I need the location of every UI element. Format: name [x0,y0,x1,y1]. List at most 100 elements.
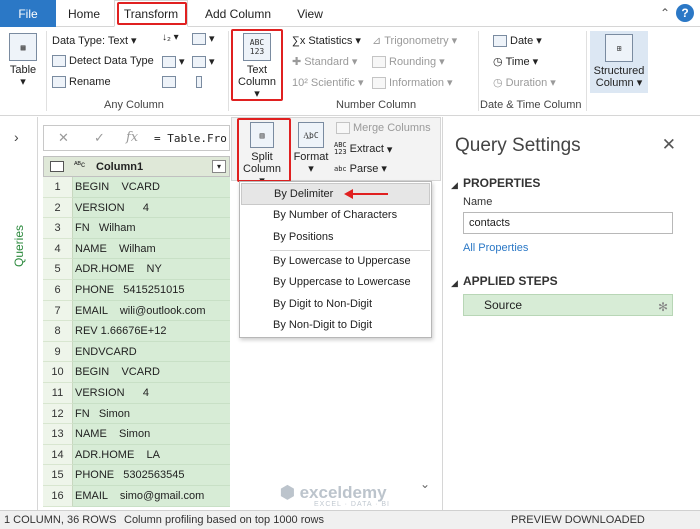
tab-transform[interactable]: Transform [114,0,188,27]
table-cell[interactable]: ADR.HOME LA [73,444,230,466]
move-button[interactable]: ▾ [192,55,215,68]
data-type-dropdown[interactable]: Data Type: Text ▾ [52,34,137,48]
table-row[interactable]: 3 FN Wilham [43,218,230,239]
row-number[interactable]: 11 [43,383,73,404]
row-number[interactable]: 5 [43,259,73,280]
table-row[interactable]: 12 FN Simon [43,403,230,425]
table-row[interactable]: 16 EMAIL simo@gmail.com [43,486,230,507]
row-number[interactable]: 6 [43,280,73,301]
table-row[interactable]: 4 NAME Wilham [43,238,230,260]
structured-column-button[interactable]: ⊞ Structured Column ▾ [590,31,648,93]
table-cell[interactable]: VERSION 4 [73,197,230,219]
trigonometry-button[interactable]: ⊿ Trigonometry ▾ [372,34,457,48]
column-header[interactable]: ᴬᴮc Column1 ▾ [43,156,230,177]
row-number[interactable]: 3 [43,218,73,239]
table-row[interactable]: 8 REV 1.66676E+12 [43,321,230,342]
duration-button[interactable]: ◷ Duration ▾ [493,76,556,90]
table-cell[interactable]: ADR.HOME NY [73,259,230,280]
profiling-status[interactable]: Column profiling based on top 1000 rows [124,514,324,526]
row-number[interactable]: 9 [43,341,73,363]
statistics-button[interactable]: ∑x Statistics ▾ [292,34,361,48]
table-row[interactable]: 6 PHONE 5415251015 [43,280,230,301]
pivot-column-button[interactable] [162,76,176,88]
row-number[interactable]: 12 [43,403,73,425]
table-cell[interactable]: FN Simon [73,403,230,425]
row-number[interactable]: 7 [43,300,73,322]
merge-columns-button[interactable]: Merge Columns [336,122,431,134]
tab-view[interactable]: View [288,0,332,27]
table-row[interactable]: 11 VERSION 4 [43,383,230,404]
query-name-input[interactable]: contacts [463,212,673,234]
row-number[interactable]: 14 [43,444,73,466]
all-properties-link[interactable]: All Properties [463,242,528,254]
formula-input[interactable]: = Table.Fro [154,132,227,145]
table-cell[interactable]: EMAIL simo@gmail.com [73,486,230,507]
row-number[interactable]: 1 [43,177,73,198]
collapse-ribbon-icon[interactable]: ⌃ [660,6,670,20]
scientific-button[interactable]: 10² Scientific ▾ [292,76,363,90]
cancel-icon[interactable]: ✕ [58,130,69,146]
table-cell[interactable]: BEGIN VCARD [73,177,230,198]
format-button[interactable]: A͟bC Format ▾ [292,122,330,175]
row-number[interactable]: 10 [43,362,73,383]
fx-icon[interactable]: fx [126,130,138,145]
text-column-button[interactable]: ABC 123 Text Column ▾ [236,33,278,100]
menu-item-by-uppercase-to-lowercase[interactable]: By Uppercase to Lowercase [241,272,430,294]
table-cell[interactable]: FN Wilham [73,218,230,239]
table-row[interactable]: 1 BEGIN VCARD [43,177,230,198]
table-row[interactable]: 7 EMAIL wili@outlook.com [43,300,230,322]
table-cell[interactable]: BEGIN VCARD [73,362,230,383]
help-icon[interactable]: ? [676,4,694,22]
table-row[interactable]: 5 ADR.HOME NY [43,259,230,280]
gear-icon[interactable]: ✻ [658,297,668,317]
table-row[interactable]: 13 NAME Simon [43,424,230,445]
convert-to-list-button[interactable] [196,76,202,88]
scroll-down-icon[interactable]: ⌄ [420,477,430,491]
tab-file[interactable]: File [0,0,56,27]
table-row[interactable]: 2 VERSION 4 [43,197,230,219]
menu-item-by-number-of-characters[interactable]: By Number of Characters [241,205,430,227]
table-row[interactable]: 14 ADR.HOME LA [43,444,230,466]
split-column-button[interactable]: ▥ Split Column ▾ [240,122,284,187]
table-cell[interactable]: PHONE 5415251015 [73,280,230,301]
standard-button[interactable]: ✚ Standard ▾ [292,55,357,69]
table-row[interactable]: 10 BEGIN VCARD [43,362,230,383]
menu-item-by-lowercase-to-uppercase[interactable]: By Lowercase to Uppercase [241,251,430,273]
table-cell[interactable]: NAME Simon [73,424,230,445]
extract-button[interactable]: ABC 123 Extract ▾ [334,142,392,156]
table-cell[interactable]: PHONE 5302563545 [73,465,230,486]
information-button[interactable]: Information ▾ [372,76,453,89]
close-icon[interactable]: ✕ [662,135,676,155]
table-row[interactable]: 15 PHONE 5302563545 [43,465,230,486]
expand-queries-icon[interactable]: › [14,129,19,145]
replace-values-button[interactable]: ↓₂ ▾ [162,32,179,43]
detect-data-type-button[interactable]: Detect Data Type [52,55,154,67]
table-cell[interactable]: EMAIL wili@outlook.com [73,300,230,322]
table-button[interactable]: ▦ Table ▾ [6,33,40,88]
collapse-triangle-icon[interactable]: ◢ [451,278,458,289]
row-number[interactable]: 15 [43,465,73,486]
row-number[interactable]: 2 [43,197,73,219]
menu-item-by-non-digit-to-digit[interactable]: By Non-Digit to Digit [241,315,430,337]
rounding-button[interactable]: Rounding ▾ [372,55,445,68]
tab-add-column[interactable]: Add Column [198,0,278,27]
row-number[interactable]: 8 [43,321,73,342]
parse-button[interactable]: abc Parse ▾ [334,162,387,176]
row-number[interactable]: 16 [43,486,73,507]
table-cell[interactable]: VERSION 4 [73,383,230,404]
table-menu-icon[interactable] [50,161,64,172]
table-row[interactable]: 9 ENDVCARD [43,341,230,363]
menu-item-by-positions[interactable]: By Positions [241,227,430,249]
row-number[interactable]: 4 [43,238,73,260]
applied-step-source[interactable]: Source ✻ [463,294,673,316]
table-cell[interactable]: NAME Wilham [73,238,230,260]
row-number[interactable]: 13 [43,424,73,445]
filter-dropdown-icon[interactable]: ▾ [212,160,226,173]
menu-item-by-delimiter[interactable]: By Delimiter [241,183,430,205]
fill-button[interactable]: ▾ [162,55,185,68]
text-type-icon[interactable]: ᴬᴮc [74,160,85,169]
rename-button[interactable]: Rename [52,76,111,88]
collapse-triangle-icon[interactable]: ◢ [451,180,458,191]
time-button[interactable]: ◷ Time ▾ [493,55,538,69]
date-button[interactable]: Date ▾ [493,34,542,47]
